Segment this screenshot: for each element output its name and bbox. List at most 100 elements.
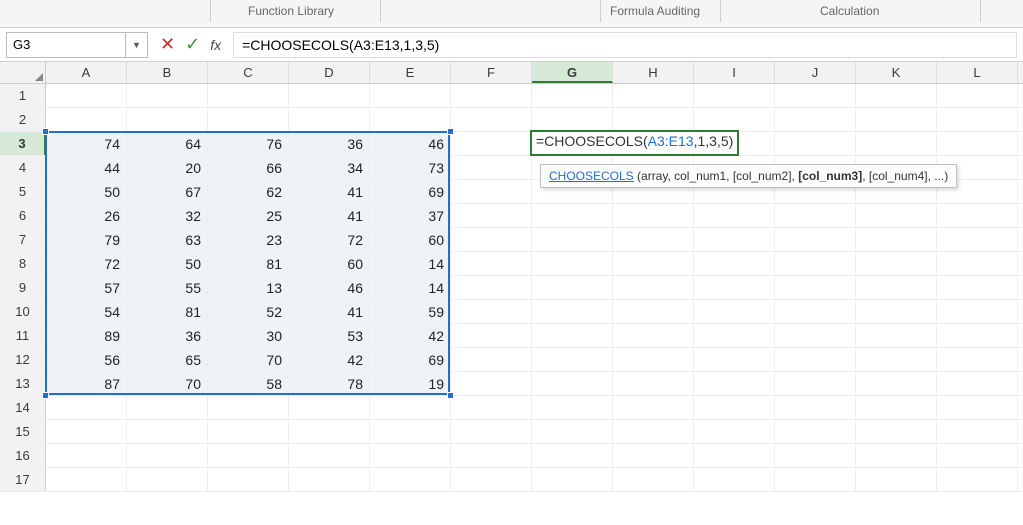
cell-b11[interactable]: 36 [127, 324, 208, 347]
cell-g6[interactable] [532, 204, 613, 227]
cell-l14[interactable] [937, 396, 1018, 419]
cell-h17[interactable] [613, 468, 694, 491]
cell-b12[interactable]: 65 [127, 348, 208, 371]
cell-g10[interactable] [532, 300, 613, 323]
cell-f10[interactable] [451, 300, 532, 323]
cell-j17[interactable] [775, 468, 856, 491]
cell-k3[interactable] [856, 132, 937, 155]
cell-k8[interactable] [856, 252, 937, 275]
cell-c9[interactable]: 13 [208, 276, 289, 299]
cell-c10[interactable]: 52 [208, 300, 289, 323]
tooltip-function-link[interactable]: CHOOSECOLS [549, 169, 634, 183]
cell-e4[interactable]: 73 [370, 156, 451, 179]
cell-i9[interactable] [694, 276, 775, 299]
cell-b5[interactable]: 67 [127, 180, 208, 203]
cell-l2[interactable] [937, 108, 1018, 131]
cell-e13[interactable]: 19 [370, 372, 451, 395]
cell-f6[interactable] [451, 204, 532, 227]
cell-g11[interactable] [532, 324, 613, 347]
formula-input[interactable] [233, 32, 1017, 58]
cell-i2[interactable] [694, 108, 775, 131]
cell-b10[interactable]: 81 [127, 300, 208, 323]
row-header-11[interactable]: 11 [0, 324, 46, 347]
cell-k2[interactable] [856, 108, 937, 131]
row-header-5[interactable]: 5 [0, 180, 46, 203]
cell-h6[interactable] [613, 204, 694, 227]
cell-i6[interactable] [694, 204, 775, 227]
cell-k9[interactable] [856, 276, 937, 299]
cell-g15[interactable] [532, 420, 613, 443]
cell-h15[interactable] [613, 420, 694, 443]
cell-e5[interactable]: 69 [370, 180, 451, 203]
formula-cancel-button[interactable]: ✕ [160, 34, 175, 55]
cell-g17[interactable] [532, 468, 613, 491]
cell-c4[interactable]: 66 [208, 156, 289, 179]
cell-e12[interactable]: 69 [370, 348, 451, 371]
cell-k10[interactable] [856, 300, 937, 323]
cell-d4[interactable]: 34 [289, 156, 370, 179]
cell-c5[interactable]: 62 [208, 180, 289, 203]
cell-i8[interactable] [694, 252, 775, 275]
cell-a5[interactable]: 50 [46, 180, 127, 203]
cell-g2[interactable] [532, 108, 613, 131]
cell-b17[interactable] [127, 468, 208, 491]
cell-c17[interactable] [208, 468, 289, 491]
cell-g16[interactable] [532, 444, 613, 467]
cell-f5[interactable] [451, 180, 532, 203]
cell-a11[interactable]: 89 [46, 324, 127, 347]
cell-g9[interactable] [532, 276, 613, 299]
column-header-h[interactable]: H [613, 62, 694, 83]
cell-a8[interactable]: 72 [46, 252, 127, 275]
cell-c16[interactable] [208, 444, 289, 467]
cell-h1[interactable] [613, 84, 694, 107]
cell-g12[interactable] [532, 348, 613, 371]
cell-a2[interactable] [46, 108, 127, 131]
cell-g8[interactable] [532, 252, 613, 275]
cell-d5[interactable]: 41 [289, 180, 370, 203]
cell-f8[interactable] [451, 252, 532, 275]
column-header-i[interactable]: I [694, 62, 775, 83]
cell-j10[interactable] [775, 300, 856, 323]
cell-d12[interactable]: 42 [289, 348, 370, 371]
cell-d11[interactable]: 53 [289, 324, 370, 347]
formula-enter-button[interactable]: ✓ [185, 34, 200, 55]
cell-f12[interactable] [451, 348, 532, 371]
cell-k15[interactable] [856, 420, 937, 443]
cell-a17[interactable] [46, 468, 127, 491]
row-header-15[interactable]: 15 [0, 420, 46, 443]
cell-d8[interactable]: 60 [289, 252, 370, 275]
cell-d16[interactable] [289, 444, 370, 467]
cell-d9[interactable]: 46 [289, 276, 370, 299]
cell-l10[interactable] [937, 300, 1018, 323]
cell-c1[interactable] [208, 84, 289, 107]
cell-j6[interactable] [775, 204, 856, 227]
column-header-j[interactable]: J [775, 62, 856, 83]
cell-c2[interactable] [208, 108, 289, 131]
cell-g13[interactable] [532, 372, 613, 395]
cell-b16[interactable] [127, 444, 208, 467]
cell-a15[interactable] [46, 420, 127, 443]
cell-a4[interactable]: 44 [46, 156, 127, 179]
cell-f7[interactable] [451, 228, 532, 251]
cell-j16[interactable] [775, 444, 856, 467]
cell-j12[interactable] [775, 348, 856, 371]
cell-e7[interactable]: 60 [370, 228, 451, 251]
column-header-f[interactable]: F [451, 62, 532, 83]
cell-k7[interactable] [856, 228, 937, 251]
cell-h14[interactable] [613, 396, 694, 419]
row-header-8[interactable]: 8 [0, 252, 46, 275]
cell-l9[interactable] [937, 276, 1018, 299]
cell-c14[interactable] [208, 396, 289, 419]
cell-b13[interactable]: 70 [127, 372, 208, 395]
cell-a7[interactable]: 79 [46, 228, 127, 251]
cell-l12[interactable] [937, 348, 1018, 371]
cell-i7[interactable] [694, 228, 775, 251]
cell-j11[interactable] [775, 324, 856, 347]
row-header-7[interactable]: 7 [0, 228, 46, 251]
cell-a16[interactable] [46, 444, 127, 467]
cell-l3[interactable] [937, 132, 1018, 155]
cell-f16[interactable] [451, 444, 532, 467]
column-header-k[interactable]: K [856, 62, 937, 83]
cell-g14[interactable] [532, 396, 613, 419]
cell-c15[interactable] [208, 420, 289, 443]
